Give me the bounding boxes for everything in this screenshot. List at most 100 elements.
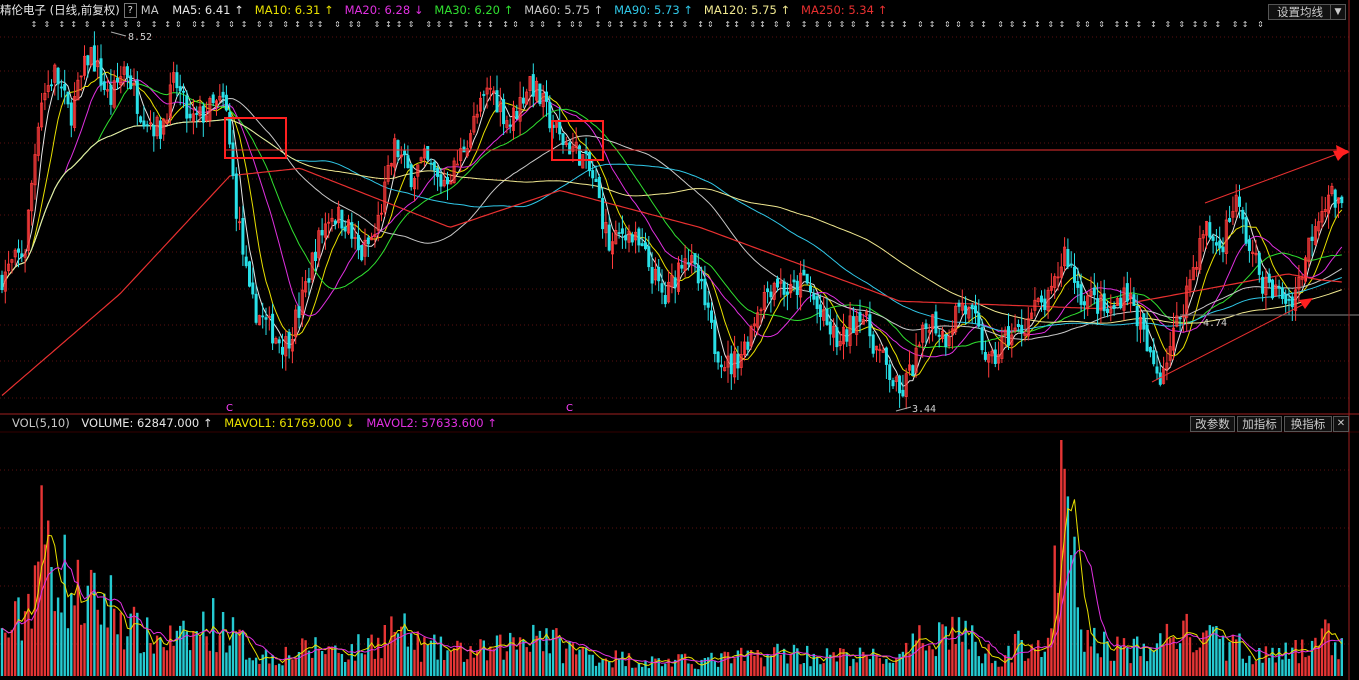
candle-body <box>934 311 938 334</box>
volume-bar <box>961 641 964 676</box>
signal-marker: ↕ <box>618 20 625 29</box>
signal-marker: ⇕ <box>785 20 792 29</box>
candle-body <box>597 176 601 199</box>
candle-body <box>185 95 189 119</box>
volume-bar <box>337 652 340 676</box>
trend-line-upper <box>1204 152 1341 204</box>
volume-bar <box>446 650 449 676</box>
volume-bar <box>472 657 476 676</box>
volume-bar <box>268 663 271 676</box>
candle-body <box>795 280 799 296</box>
volume-bar <box>954 644 957 676</box>
volume-bar <box>769 655 773 676</box>
volume-bar <box>1139 656 1142 676</box>
candle-body <box>495 90 499 113</box>
signal-marker: ⇕ <box>969 20 976 29</box>
volume-bar <box>4 632 7 676</box>
signal-marker: ⇕ <box>839 20 846 29</box>
volume-bar <box>314 637 317 676</box>
volume-bar <box>967 649 971 676</box>
mavol1-value: MAVOL1: 61769.000 ↓ <box>224 416 355 430</box>
candle-body <box>66 91 70 105</box>
volume-bar <box>14 601 17 676</box>
volume-bar <box>809 666 812 676</box>
candle-body <box>617 232 621 235</box>
candle-body <box>135 80 139 114</box>
volume-bar <box>324 654 327 676</box>
volume-bar <box>773 647 776 676</box>
volume-bar <box>1070 555 1073 676</box>
mavol2-value: MAVOL2: 57633.600 ↑ <box>366 416 497 430</box>
signal-marker: ⇕ <box>917 20 924 29</box>
volume-bar <box>380 658 383 676</box>
add-indicator-button[interactable]: 加指标 <box>1237 416 1282 432</box>
volume-bar <box>195 631 198 676</box>
volume-bar <box>297 652 301 676</box>
volume-bar <box>588 654 591 676</box>
volume-bar <box>373 658 377 676</box>
candle-body <box>313 251 317 261</box>
volume-bar <box>957 617 961 676</box>
signal-marker: ↕ <box>1242 20 1249 29</box>
volume-bar <box>311 657 314 676</box>
volume-bar <box>99 624 103 676</box>
signal-markers-row: ↕ ⇕ ↕ ↕ ⇕ ↕ ⇕ ⇕ ⇕ ↕ ↕ ⇕ ⇕ ↕ ⇕ ⇕ ↕ ⇕ ⇕ ⇕ ↕ ⇕ ↕ ⇕ ⇕ ⇕ ⇕ ↕ ↕ ⇕ ⇕ ⇕ ↕ ↕ ↕ ↕ ↕ ⇕ ⇕ ⇕… <box>31 20 1264 29</box>
volume-bar <box>320 651 324 676</box>
volume-bar <box>426 644 429 676</box>
signal-marker: ⇕ <box>408 20 415 29</box>
volume-bar <box>261 654 264 676</box>
signal-marker: ⇕ <box>814 20 821 29</box>
volume-bar <box>175 630 179 676</box>
switch-indicator-button[interactable]: 换指标 <box>1284 416 1332 432</box>
candle-body <box>1092 287 1096 296</box>
candle-body <box>538 83 542 105</box>
volume-bar <box>621 651 624 676</box>
volume-bar <box>584 647 588 676</box>
volume-bar <box>165 650 169 676</box>
signal-marker: ↕ <box>1215 20 1222 29</box>
volume-bar <box>10 629 14 676</box>
volume-bar <box>1228 642 1231 676</box>
candle-body <box>1221 246 1225 253</box>
candle-body <box>1079 284 1083 305</box>
candle-body <box>56 67 60 85</box>
volume-bar <box>888 662 891 676</box>
volume-bar <box>726 652 730 676</box>
signal-marker: ⇕ <box>135 20 142 29</box>
volume-bar <box>660 666 664 676</box>
volume-bar <box>1149 647 1152 676</box>
change-params-button[interactable]: 改参数 <box>1190 416 1235 432</box>
signal-marker: ↕ <box>164 20 171 29</box>
candle-body <box>1271 279 1275 299</box>
candle-body <box>69 102 73 126</box>
volume-bar <box>782 648 786 676</box>
close-indicator-icon[interactable]: ✕ <box>1333 416 1349 432</box>
candle-body <box>50 84 54 87</box>
candle-body <box>360 244 364 261</box>
candle-body <box>515 111 519 119</box>
volume-bar <box>868 659 872 676</box>
volume-bar <box>126 636 129 676</box>
candle-body <box>1214 242 1218 246</box>
signal-marker: ⇕ <box>425 20 432 29</box>
volume-bar <box>113 608 116 676</box>
candle-body <box>1238 196 1242 207</box>
signal-marker: ⇕ <box>850 20 857 29</box>
volume-bar <box>947 649 951 676</box>
volume-bar <box>390 616 393 676</box>
volume-bar <box>944 626 947 676</box>
volume-bar <box>997 666 1000 676</box>
volume-bar <box>1023 660 1027 676</box>
candle-body <box>247 261 251 287</box>
volume-bar <box>891 662 895 676</box>
volume-bar <box>710 652 713 676</box>
volume-bar <box>149 643 152 676</box>
volume-bar <box>1152 650 1155 676</box>
candle-body <box>828 321 832 335</box>
arrow-head-lower <box>1299 298 1313 309</box>
volume-bar <box>647 668 650 676</box>
signal-marker: ↕ <box>880 20 887 29</box>
candle-body <box>350 222 354 239</box>
volume-bar <box>27 593 30 676</box>
candle-body <box>680 264 684 269</box>
